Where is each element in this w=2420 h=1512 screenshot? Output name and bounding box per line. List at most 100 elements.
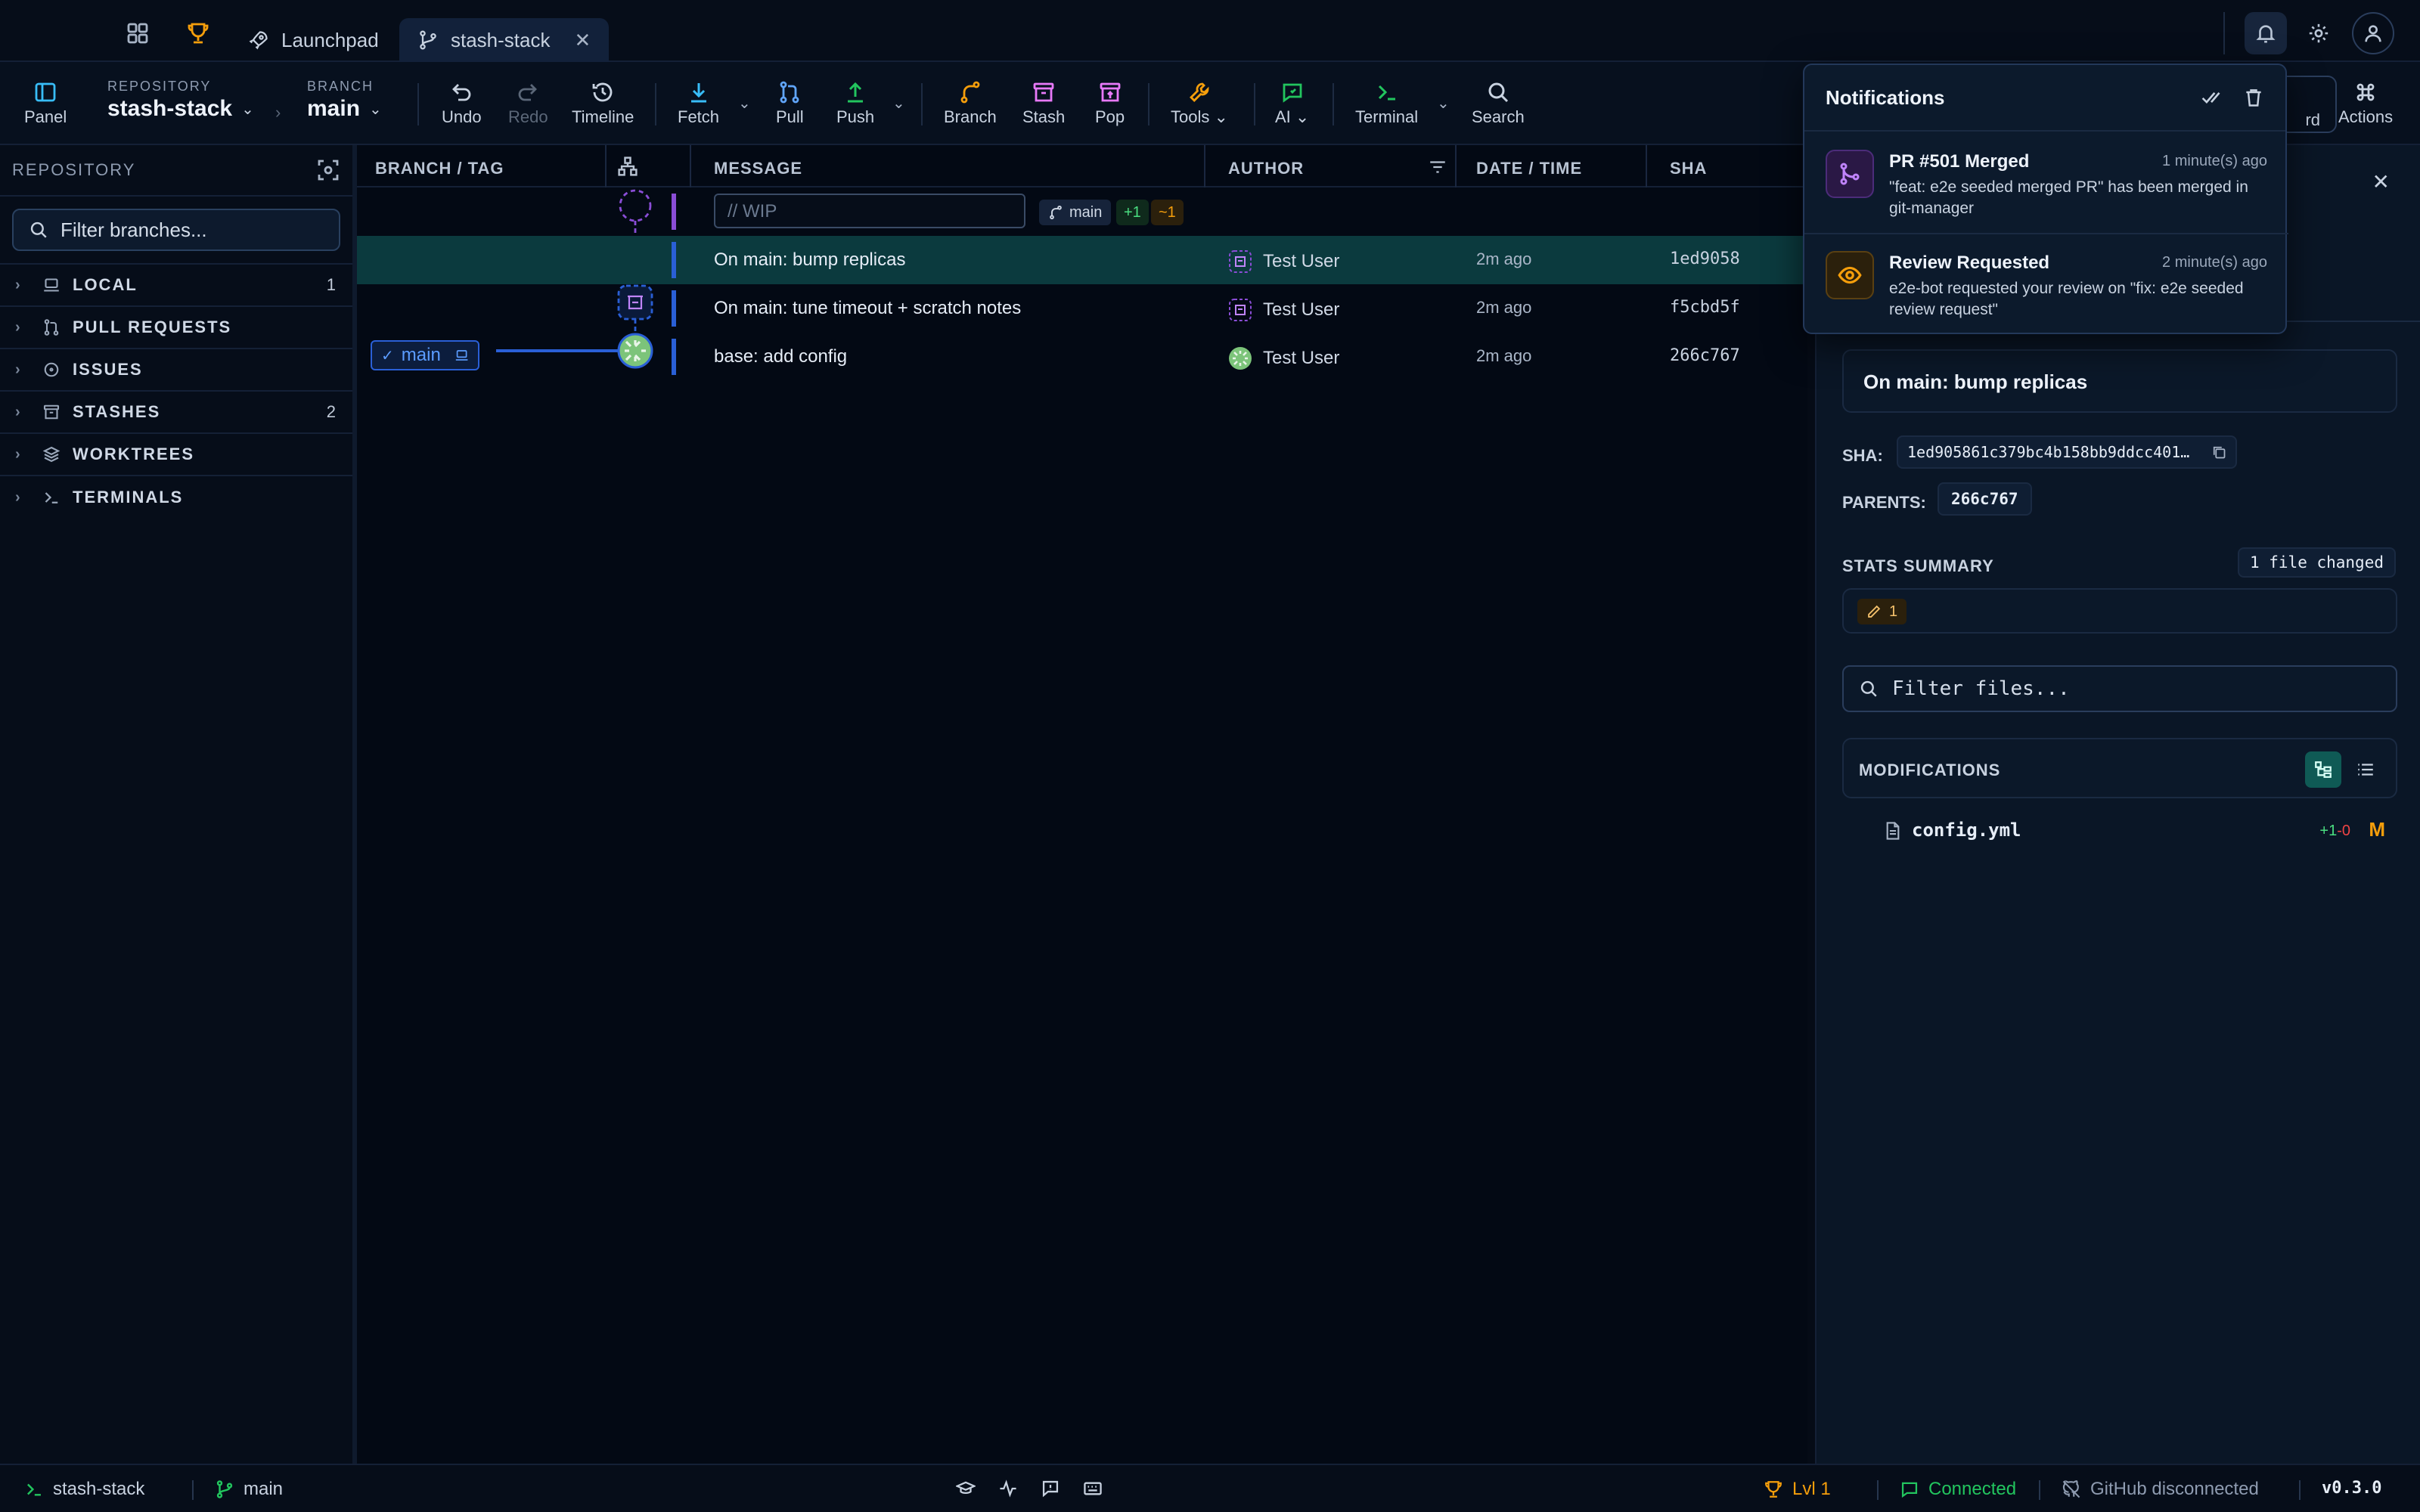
terminal-button[interactable]: Terminal	[1355, 80, 1418, 127]
chevron-right-icon: ›	[15, 488, 22, 506]
panel-button[interactable]: Panel	[24, 80, 67, 127]
wip-branch-label: main	[1069, 203, 1103, 221]
pull-icon	[780, 81, 799, 104]
files-changed-badge: 1 file changed	[2237, 547, 2396, 578]
notification-time: 1 minute(s) ago	[2162, 153, 2267, 169]
commit-sha[interactable]: f5cbd5f	[1670, 298, 1740, 317]
status-level[interactable]: Lvl 1	[1764, 1479, 1831, 1500]
search-button[interactable]: Search	[1472, 80, 1525, 127]
sha-field[interactable]: 1ed905861c379bc4b158bb9ddcc401…	[1897, 435, 2237, 469]
push-label: Push	[836, 107, 875, 126]
actions-button[interactable]: Actions	[2338, 80, 2393, 127]
sidebar-section-pull-requests[interactable]: › PULL REQUESTS	[0, 307, 352, 349]
redo-button[interactable]: Redo	[508, 80, 548, 127]
notifications-button[interactable]	[2245, 12, 2287, 54]
sidebar-section-stashes[interactable]: › STASHES 2	[0, 392, 352, 434]
table-row[interactable]: On main: tune timeout + scratch notes Te…	[357, 284, 1807, 333]
file-added-count: +1	[2319, 823, 2338, 839]
commit-sha[interactable]: 266c767	[1670, 346, 1740, 365]
archive-icon	[43, 404, 60, 420]
repository-name: stash-stack	[107, 96, 233, 121]
fetch-button[interactable]: Fetch	[678, 80, 719, 127]
status-tools	[956, 1479, 1103, 1498]
status-connected[interactable]: Connected	[1900, 1479, 2016, 1500]
focus-icon[interactable]	[316, 158, 340, 182]
account-button[interactable]	[2352, 12, 2394, 54]
push-icon	[848, 82, 864, 103]
redo-label: Redo	[508, 107, 548, 126]
ai-button[interactable]: AI ⌄	[1275, 80, 1309, 127]
file-row[interactable]: config.yml +1-0 M	[1842, 810, 2397, 853]
table-row[interactable]: base: add config Test User 2m ago 266c76…	[357, 333, 1807, 381]
graph-layout-icon[interactable]	[617, 156, 638, 177]
sidebar-section-issues[interactable]: › ISSUES	[0, 349, 352, 392]
settings-button[interactable]	[2297, 12, 2340, 54]
pop-button[interactable]: Pop	[1095, 80, 1125, 127]
status-repo[interactable]: stash-stack	[24, 1479, 144, 1500]
feedback-icon[interactable]	[1041, 1479, 1060, 1498]
commit-sha[interactable]: 1ed9058	[1670, 249, 1740, 268]
sidebar-section-worktrees[interactable]: › WORKTREES	[0, 434, 352, 476]
notification-item[interactable]: Review Requested 2 minute(s) ago e2e-bot…	[1804, 234, 2288, 336]
stash-button[interactable]: Stash	[1022, 80, 1065, 127]
trash-icon[interactable]	[2243, 87, 2264, 108]
grid-icon[interactable]	[126, 21, 150, 45]
filter-branches-input[interactable]: Filter branches...	[12, 209, 340, 251]
notification-item[interactable]: PR #501 Merged 1 minute(s) ago "feat: e2…	[1804, 133, 2288, 234]
ai-label: AI	[1275, 107, 1291, 126]
list-view-button[interactable]	[2347, 751, 2384, 788]
status-connected-label: Connected	[1928, 1479, 2017, 1499]
panel-label: Panel	[24, 107, 67, 126]
timeline-button[interactable]: Timeline	[572, 80, 634, 127]
graduation-cap-icon[interactable]	[956, 1479, 976, 1498]
wip-message-input[interactable]: // WIP	[714, 194, 1025, 228]
undo-button[interactable]: Undo	[442, 80, 482, 127]
filter-files-input[interactable]: Filter files...	[1842, 665, 2397, 712]
pull-button[interactable]: Pull	[776, 80, 804, 127]
branch-button[interactable]: Branch	[944, 80, 997, 127]
push-button[interactable]: Push	[836, 80, 874, 127]
tab-stash-stack[interactable]: stash-stack ✕	[399, 18, 610, 62]
check-all-icon[interactable]	[2201, 87, 2222, 108]
chevron-down-icon: ⌄	[1295, 107, 1310, 126]
tree-view-button[interactable]	[2305, 751, 2341, 788]
pencil-icon	[1868, 605, 1881, 618]
filter-icon[interactable]	[1428, 157, 1447, 181]
commit-message: On main: bump replicas	[714, 249, 906, 270]
keyboard-icon[interactable]	[1083, 1479, 1103, 1498]
terminal-options-icon[interactable]: ⌄	[1437, 94, 1450, 113]
sha-label: SHA:	[1842, 446, 1883, 465]
version-badge: v0.3.0	[2322, 1479, 2381, 1498]
close-tab-icon[interactable]: ✕	[575, 29, 591, 52]
status-github[interactable]: GitHub disconnected	[2062, 1479, 2259, 1500]
status-bar: stash-stack main Lvl 1 Connected GitHub …	[0, 1464, 2420, 1512]
copy-icon[interactable]	[2211, 445, 2226, 460]
divider	[192, 1480, 194, 1500]
parent-sha-link[interactable]: 266c767	[1938, 482, 2032, 516]
notification-title: PR #501 Merged	[1889, 151, 2030, 172]
sidebar-section-terminals[interactable]: › TERMINALS	[0, 476, 352, 519]
file-removed-count: -0	[2337, 823, 2350, 839]
trophy-icon	[1765, 1481, 1782, 1498]
terminal-label: Terminal	[1355, 107, 1419, 126]
section-count: 2	[326, 402, 337, 421]
sidebar-section-local[interactable]: › LOCAL 1	[0, 265, 352, 307]
repository-selector[interactable]: REPOSITORY stash-stack ⌄	[107, 79, 254, 122]
wip-row[interactable]: // WIP main +1 ~1	[357, 187, 1807, 236]
table-row[interactable]: On main: bump replicas Test User 2m ago …	[357, 236, 1807, 284]
branch-selector[interactable]: BRANCH main ⌄	[307, 79, 382, 122]
tab-launchpad[interactable]: Launchpad	[230, 18, 397, 62]
sidebar-title: REPOSITORY	[12, 160, 136, 179]
trophy-icon[interactable]	[186, 21, 210, 45]
section-count: 1	[326, 275, 337, 294]
activity-icon[interactable]	[998, 1479, 1018, 1498]
close-panel-icon[interactable]: ✕	[2372, 169, 2390, 194]
version-label: v0.3.0	[2322, 1479, 2382, 1498]
push-options-icon[interactable]: ⌄	[892, 94, 905, 113]
tools-button[interactable]: Tools ⌄	[1171, 80, 1228, 127]
section-label: LOCAL	[73, 275, 138, 294]
status-branch[interactable]: main	[215, 1479, 283, 1500]
graph-header: BRANCH / TAG MESSAGE AUTHOR DATE / TIME …	[357, 145, 1807, 187]
commit-author: Test User	[1228, 249, 1339, 274]
fetch-options-icon[interactable]: ⌄	[738, 94, 751, 113]
